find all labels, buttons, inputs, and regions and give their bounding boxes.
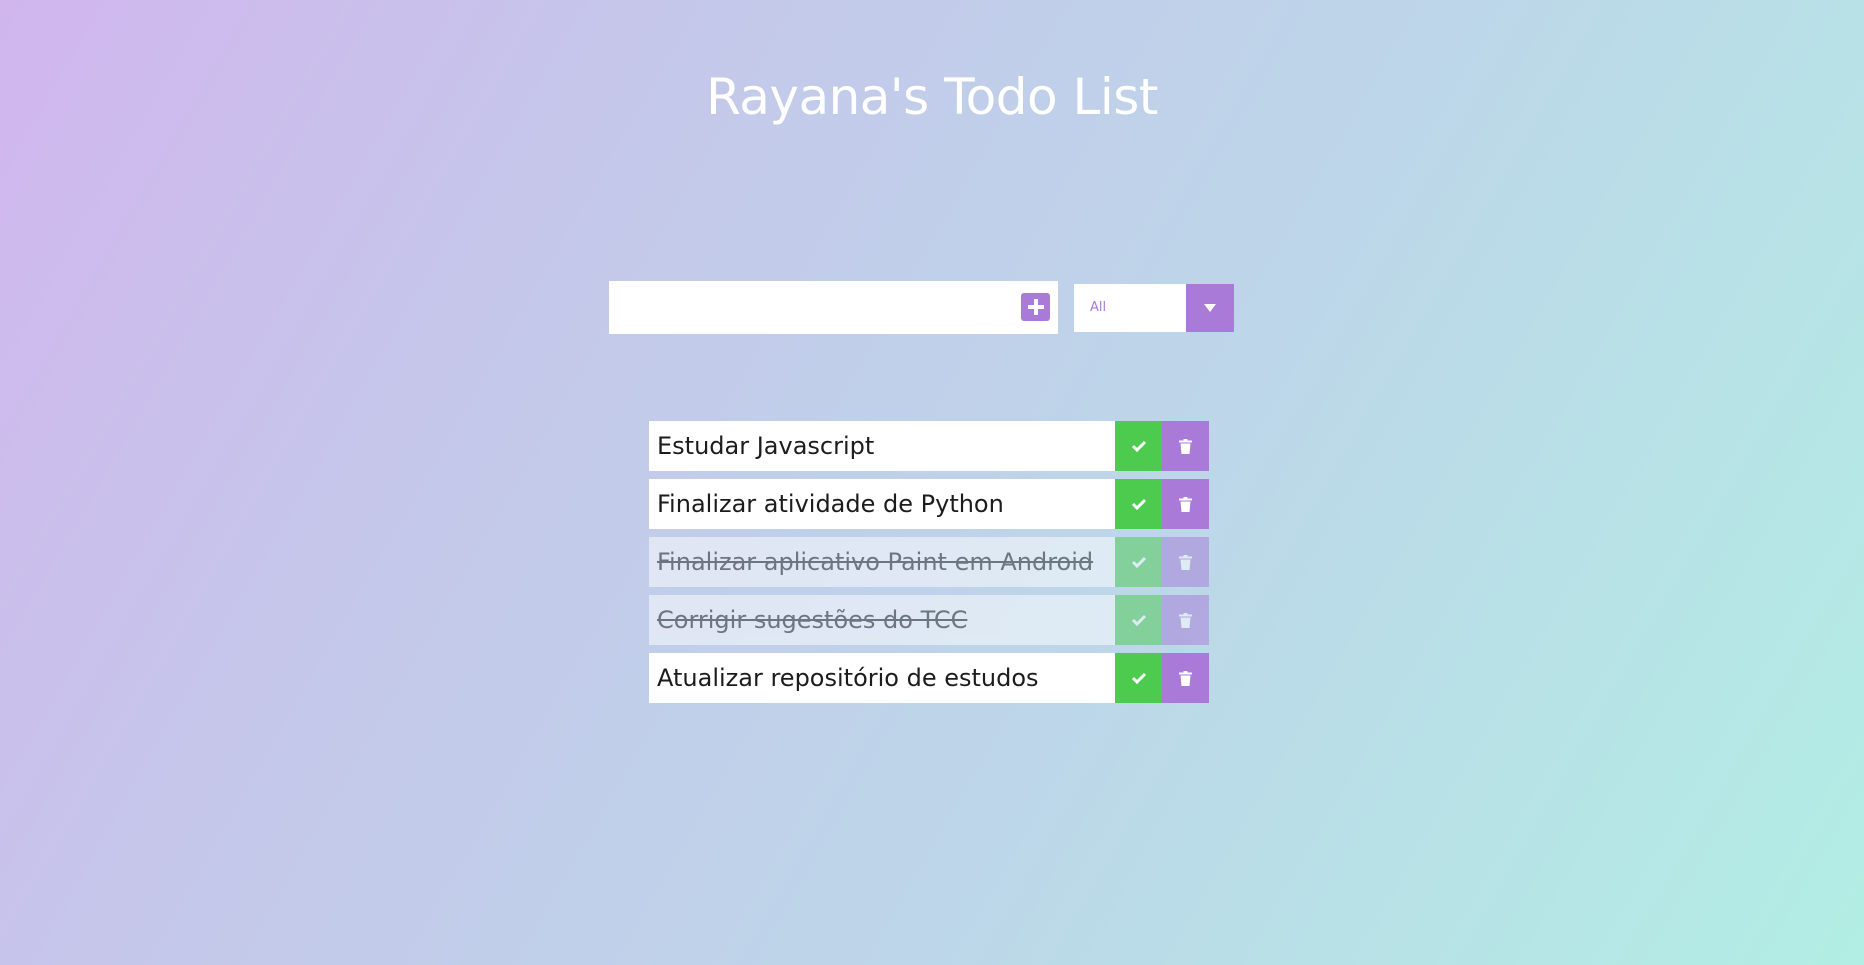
complete-button[interactable] [1115, 595, 1162, 645]
complete-button[interactable] [1115, 479, 1162, 529]
trash-icon [1179, 670, 1192, 686]
check-icon [1131, 556, 1146, 568]
delete-button[interactable] [1162, 595, 1209, 645]
caret-down-icon [1204, 304, 1216, 312]
plus-icon [1027, 299, 1044, 315]
todo-text: Finalizar atividade de Python [649, 479, 1115, 529]
complete-button[interactable] [1115, 421, 1162, 471]
check-icon [1131, 614, 1146, 626]
todo-input-container [609, 281, 1058, 334]
trash-icon [1179, 496, 1192, 512]
page-title: Rayana's Todo List [706, 68, 1158, 126]
filter-select[interactable]: All [1074, 284, 1234, 332]
todo-item: Finalizar atividade de Python [649, 479, 1209, 529]
complete-button[interactable] [1115, 653, 1162, 703]
delete-button[interactable] [1162, 479, 1209, 529]
delete-button[interactable] [1162, 653, 1209, 703]
todo-list: Estudar Javascript Finalizar atividade d… [649, 421, 1209, 711]
add-todo-button[interactable] [1021, 293, 1050, 321]
trash-icon [1179, 612, 1192, 628]
todo-item-completed: Corrigir sugestões do TCC [649, 595, 1209, 645]
todo-input[interactable] [609, 281, 1009, 334]
todo-text: Atualizar repositório de estudos [649, 653, 1115, 703]
filter-dropdown-button[interactable] [1186, 284, 1234, 332]
check-icon [1131, 672, 1146, 684]
todo-text: Corrigir sugestões do TCC [649, 595, 1115, 645]
todo-text: Finalizar aplicativo Paint em Android [649, 537, 1115, 587]
trash-icon [1179, 554, 1192, 570]
todo-item: Estudar Javascript [649, 421, 1209, 471]
filter-selected-value: All [1090, 300, 1107, 315]
check-icon [1131, 440, 1146, 452]
todo-item-completed: Finalizar aplicativo Paint em Android [649, 537, 1209, 587]
todo-item: Atualizar repositório de estudos [649, 653, 1209, 703]
delete-button[interactable] [1162, 537, 1209, 587]
check-icon [1131, 498, 1146, 510]
todo-text: Estudar Javascript [649, 421, 1115, 471]
trash-icon [1179, 438, 1192, 454]
complete-button[interactable] [1115, 537, 1162, 587]
delete-button[interactable] [1162, 421, 1209, 471]
